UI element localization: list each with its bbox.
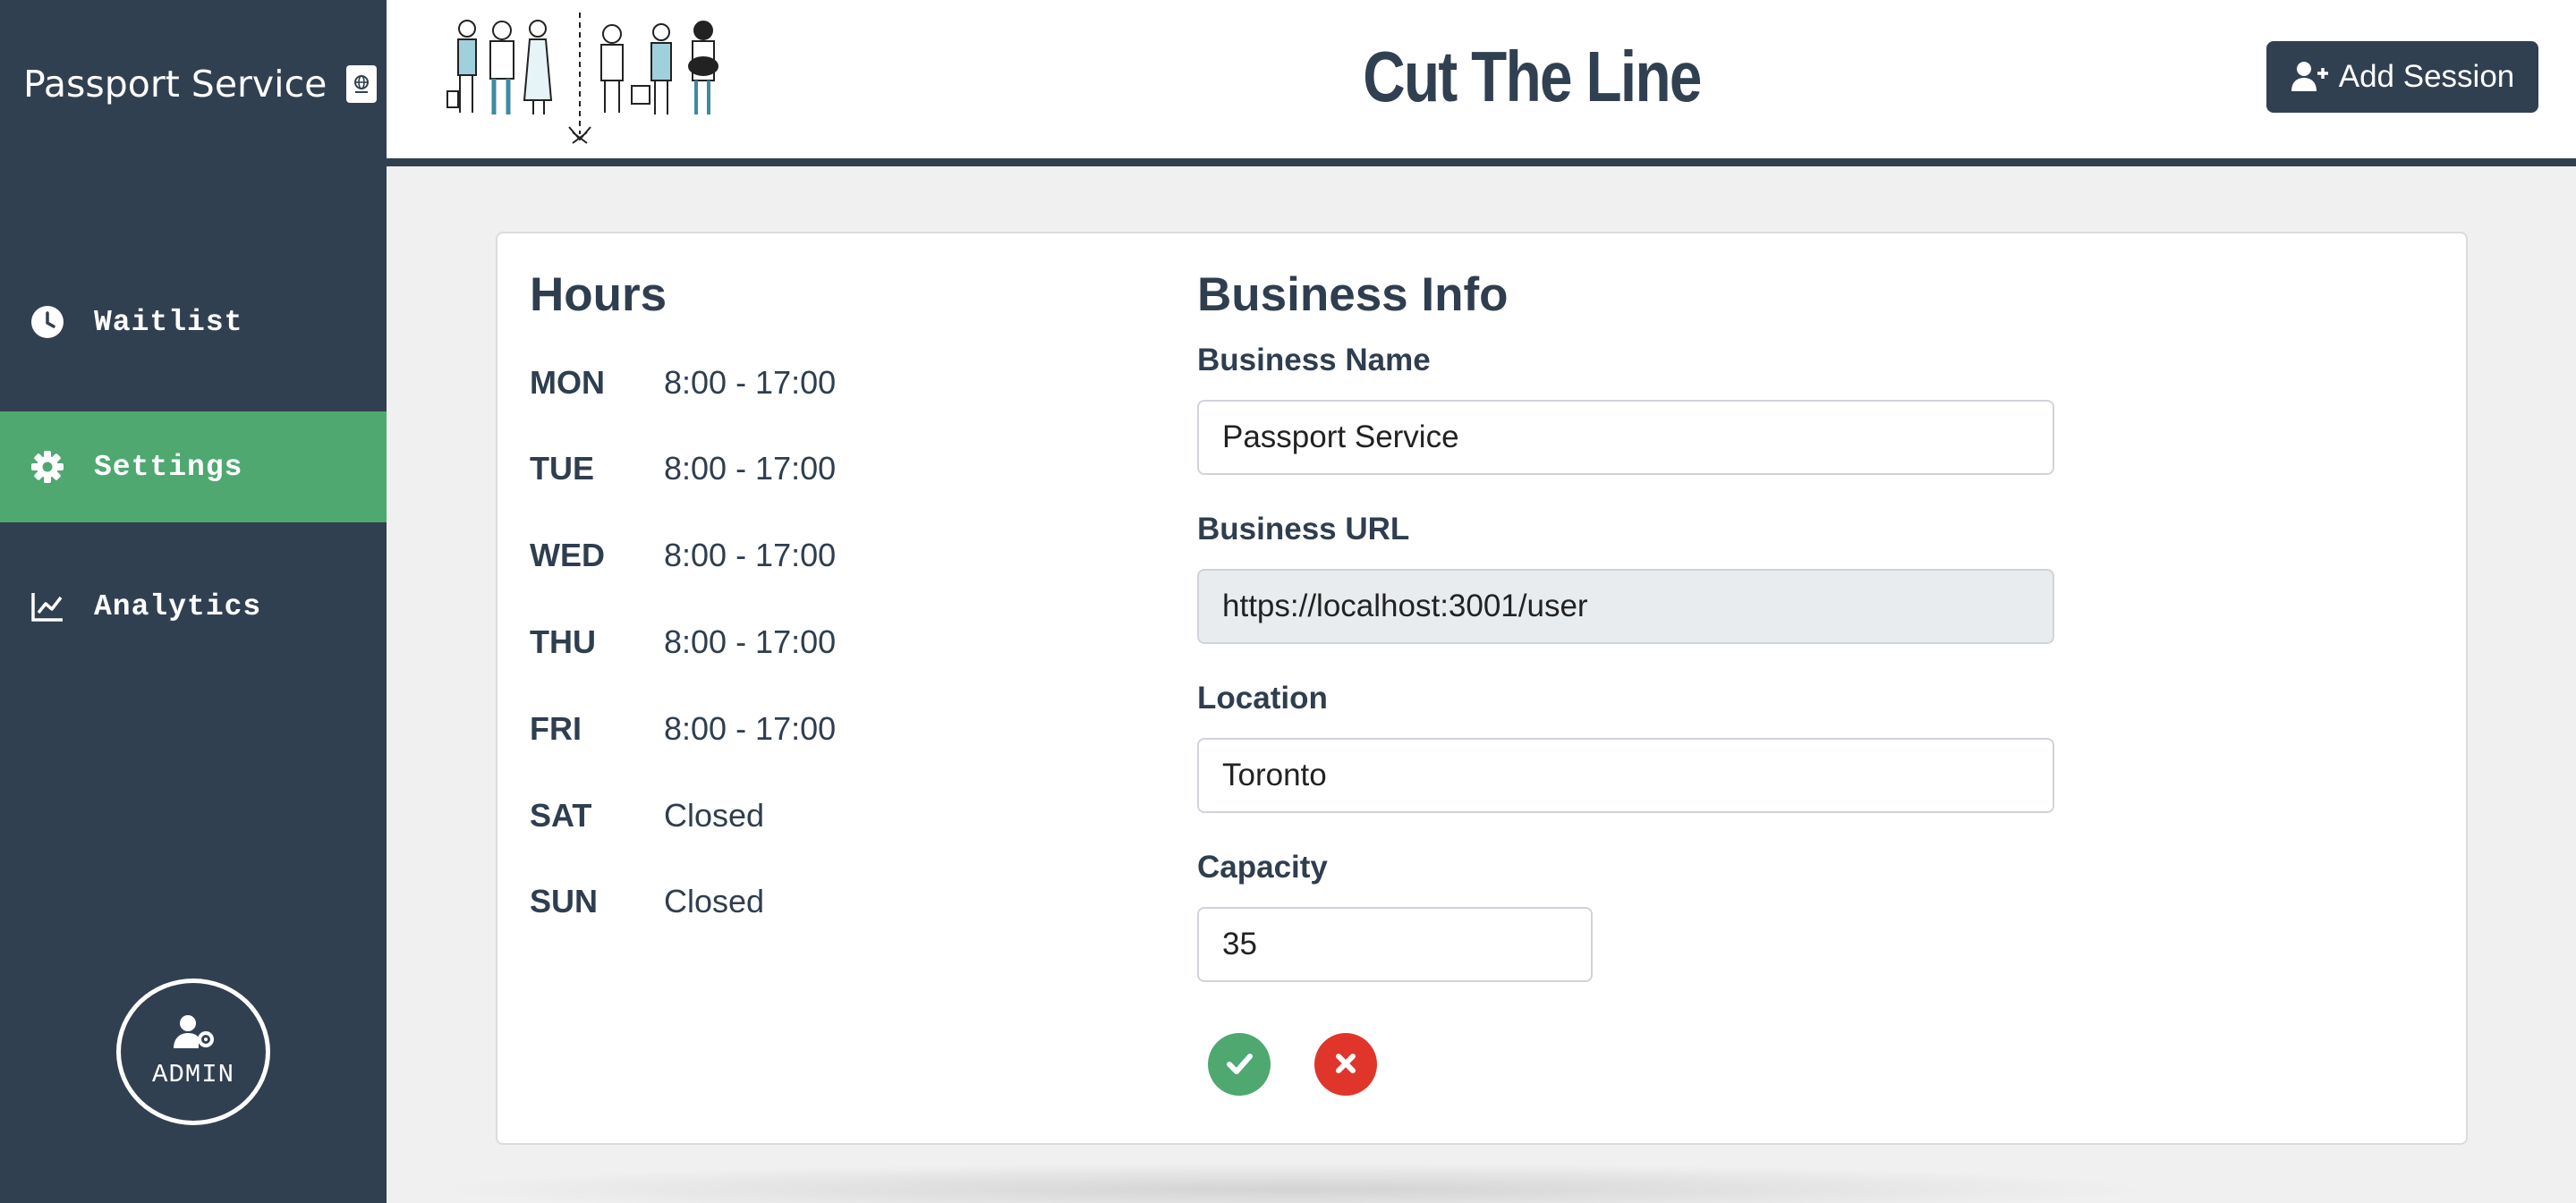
hours-day: MON xyxy=(530,364,605,401)
gear-icon xyxy=(30,449,65,485)
user-plus-icon xyxy=(2291,61,2330,93)
hours-time: 8:00 - 17:00 xyxy=(664,710,837,747)
hours-row: SUN Closed xyxy=(530,879,764,924)
hours-time: 8:00 - 17:00 xyxy=(664,537,837,573)
hours-row: FRI 8:00 - 17:00 xyxy=(530,707,836,751)
user-gear-icon xyxy=(172,1014,215,1055)
capacity-label: Capacity xyxy=(1197,850,1328,885)
hours-time: Closed xyxy=(664,883,765,919)
sidebar: Passport Service Waitlist Settings Analy… xyxy=(0,0,387,1203)
queue-people-illustration xyxy=(444,9,730,148)
passport-icon xyxy=(346,65,378,103)
location-input[interactable] xyxy=(1197,738,2054,813)
add-session-button[interactable]: Add Session xyxy=(2266,41,2538,113)
hours-time: 8:00 - 17:00 xyxy=(664,364,837,401)
bottom-shadow xyxy=(421,1163,2165,1203)
hours-time: 8:00 - 17:00 xyxy=(664,623,837,660)
app-title: Cut The Line xyxy=(1363,37,1702,116)
cancel-button[interactable] xyxy=(1314,1033,1377,1096)
confirm-button[interactable] xyxy=(1208,1033,1271,1096)
business-name-label: Business Name xyxy=(1197,343,1431,377)
check-icon xyxy=(1224,1048,1254,1081)
top-header: Cut The Line Add Session xyxy=(387,0,2576,166)
hours-row: THU 8:00 - 17:00 xyxy=(530,620,836,665)
settings-card: Hours MON 8:00 - 17:00 TUE 8:00 - 17:00 … xyxy=(496,232,2468,1145)
business-info-title: Business Info xyxy=(1197,268,1509,321)
hours-day: SUN xyxy=(530,883,599,919)
brand-name: Passport Service xyxy=(23,63,327,106)
brand: Passport Service xyxy=(23,63,378,106)
hours-time: Closed xyxy=(664,797,765,834)
close-icon xyxy=(1332,1050,1359,1080)
admin-button[interactable]: ADMIN xyxy=(116,978,270,1125)
admin-label: ADMIN xyxy=(151,1060,234,1089)
hours-day: SAT xyxy=(530,797,592,834)
sidebar-item-label: Waitlist xyxy=(94,305,243,339)
hours-title: Hours xyxy=(530,268,667,321)
business-name-input[interactable] xyxy=(1197,400,2054,475)
capacity-input[interactable] xyxy=(1197,907,1593,982)
chart-line-icon xyxy=(30,589,65,624)
hours-day: THU xyxy=(530,623,596,660)
hours-time: 8:00 - 17:00 xyxy=(664,450,837,487)
add-session-label: Add Session xyxy=(2338,59,2515,94)
clock-icon xyxy=(30,304,65,340)
hours-row: WED 8:00 - 17:00 xyxy=(530,533,836,578)
hours-row: SAT Closed xyxy=(530,793,764,838)
hours-day: TUE xyxy=(530,450,594,487)
sidebar-item-waitlist[interactable]: Waitlist xyxy=(0,267,387,377)
sidebar-item-analytics[interactable]: Analytics xyxy=(0,551,387,662)
hours-row: MON 8:00 - 17:00 xyxy=(530,360,836,405)
sidebar-item-settings[interactable]: Settings xyxy=(0,411,387,522)
business-url-label: Business URL xyxy=(1197,512,1410,546)
sidebar-item-label: Analytics xyxy=(94,589,262,623)
sidebar-item-label: Settings xyxy=(94,450,243,484)
hours-day: FRI xyxy=(530,710,582,747)
business-url-input[interactable] xyxy=(1197,569,2054,644)
hours-day: WED xyxy=(530,537,605,573)
hours-row: TUE 8:00 - 17:00 xyxy=(530,446,836,491)
location-label: Location xyxy=(1197,681,1328,716)
